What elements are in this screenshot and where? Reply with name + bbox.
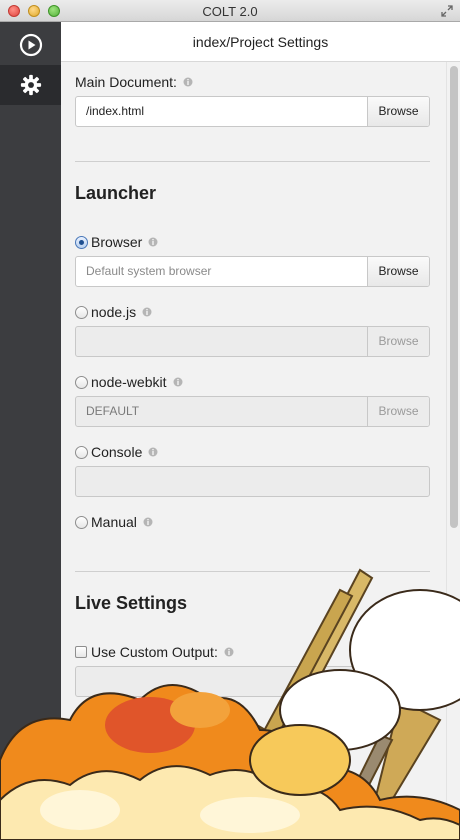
console-radio[interactable]	[75, 445, 88, 459]
custom-output-checkbox[interactable]	[75, 646, 87, 658]
info-icon[interactable]	[224, 647, 234, 657]
node-webkit-path-input[interactable]: DEFAULT	[76, 397, 367, 426]
sidebar-item-settings[interactable]	[0, 65, 61, 105]
main-document-label: Main Document:	[75, 74, 177, 90]
node-webkit-label[interactable]: node-webkit	[91, 374, 167, 390]
scrollbar-thumb[interactable]	[450, 66, 458, 528]
live-settings-heading: Live Settings	[75, 593, 188, 613]
custom-output-input[interactable]	[76, 667, 429, 696]
node-webkit-field: DEFAULT Browse	[75, 396, 430, 427]
info-icon[interactable]	[142, 307, 152, 317]
info-icon[interactable]	[143, 517, 153, 527]
console-label[interactable]: Console	[91, 444, 142, 460]
main-document-label-row: Main Document:	[75, 74, 193, 90]
console-input[interactable]	[76, 467, 429, 496]
launcher-option-node-webkit[interactable]: node-webkit	[75, 374, 183, 390]
launcher-heading: Launcher	[75, 183, 157, 203]
manual-radio[interactable]	[75, 515, 88, 529]
console-field	[75, 466, 430, 497]
launcher-option-browser[interactable]: Browser	[75, 234, 158, 250]
info-icon[interactable]	[148, 447, 158, 457]
page-title: index/Project Settings	[61, 22, 460, 62]
nodejs-browse-button[interactable]: Browse	[367, 327, 429, 356]
scrollbar[interactable]	[446, 62, 460, 840]
node-webkit-radio[interactable]	[75, 375, 88, 389]
nodejs-field: Browse	[75, 326, 430, 357]
browser-path-input[interactable]: Default system browser	[76, 257, 367, 286]
nodejs-path-input[interactable]	[76, 327, 367, 356]
main-document-field: /index.html Browse	[75, 96, 430, 127]
play-icon	[19, 33, 42, 57]
launcher-option-nodejs[interactable]: node.js	[75, 304, 152, 320]
manual-label[interactable]: Manual	[91, 514, 137, 530]
custom-output-label[interactable]: Use Custom Output:	[91, 644, 218, 660]
window-title: COLT 2.0	[202, 4, 258, 19]
browser-browse-button[interactable]: Browse	[367, 257, 429, 286]
window-titlebar: COLT 2.0	[0, 0, 460, 22]
settings-panel: Main Document: /index.html Browse Launch…	[61, 62, 446, 840]
launcher-option-console[interactable]: Console	[75, 444, 158, 460]
info-icon[interactable]	[173, 377, 183, 387]
nodejs-label[interactable]: node.js	[91, 304, 136, 320]
sidebar-item-run[interactable]	[0, 25, 61, 65]
nodejs-radio[interactable]	[75, 305, 88, 319]
launcher-option-manual[interactable]: Manual	[75, 514, 153, 530]
divider	[75, 571, 430, 572]
browser-radio[interactable]	[75, 235, 88, 249]
main-document-input[interactable]: /index.html	[76, 97, 367, 126]
info-icon[interactable]	[148, 237, 158, 247]
custom-output-row[interactable]: Use Custom Output:	[75, 644, 234, 660]
browser-label[interactable]: Browser	[91, 234, 142, 250]
gear-icon	[20, 74, 41, 96]
sidebar	[0, 22, 61, 840]
main-document-browse-button[interactable]: Browse	[367, 97, 429, 126]
divider	[75, 161, 430, 162]
info-icon[interactable]	[183, 77, 193, 87]
custom-output-field	[75, 666, 430, 697]
fullscreen-icon[interactable]	[440, 4, 454, 18]
browser-field: Default system browser Browse	[75, 256, 430, 287]
node-webkit-browse-button[interactable]: Browse	[367, 397, 429, 426]
